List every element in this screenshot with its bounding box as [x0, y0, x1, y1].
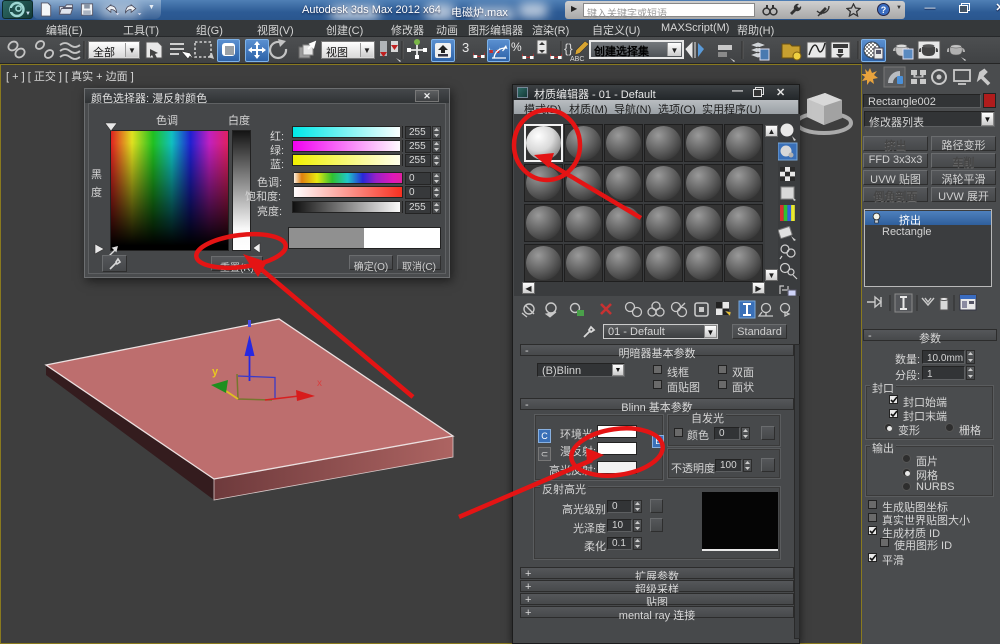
- svg-text:3: 3: [462, 40, 469, 55]
- svg-text:y: y: [212, 366, 219, 378]
- svg-text:ABC: ABC: [570, 56, 584, 63]
- svg-text:x: x: [317, 378, 322, 389]
- svg-text:%: %: [511, 40, 522, 54]
- svg-text:?: ?: [881, 5, 887, 15]
- svg-text:{}: {}: [564, 41, 573, 56]
